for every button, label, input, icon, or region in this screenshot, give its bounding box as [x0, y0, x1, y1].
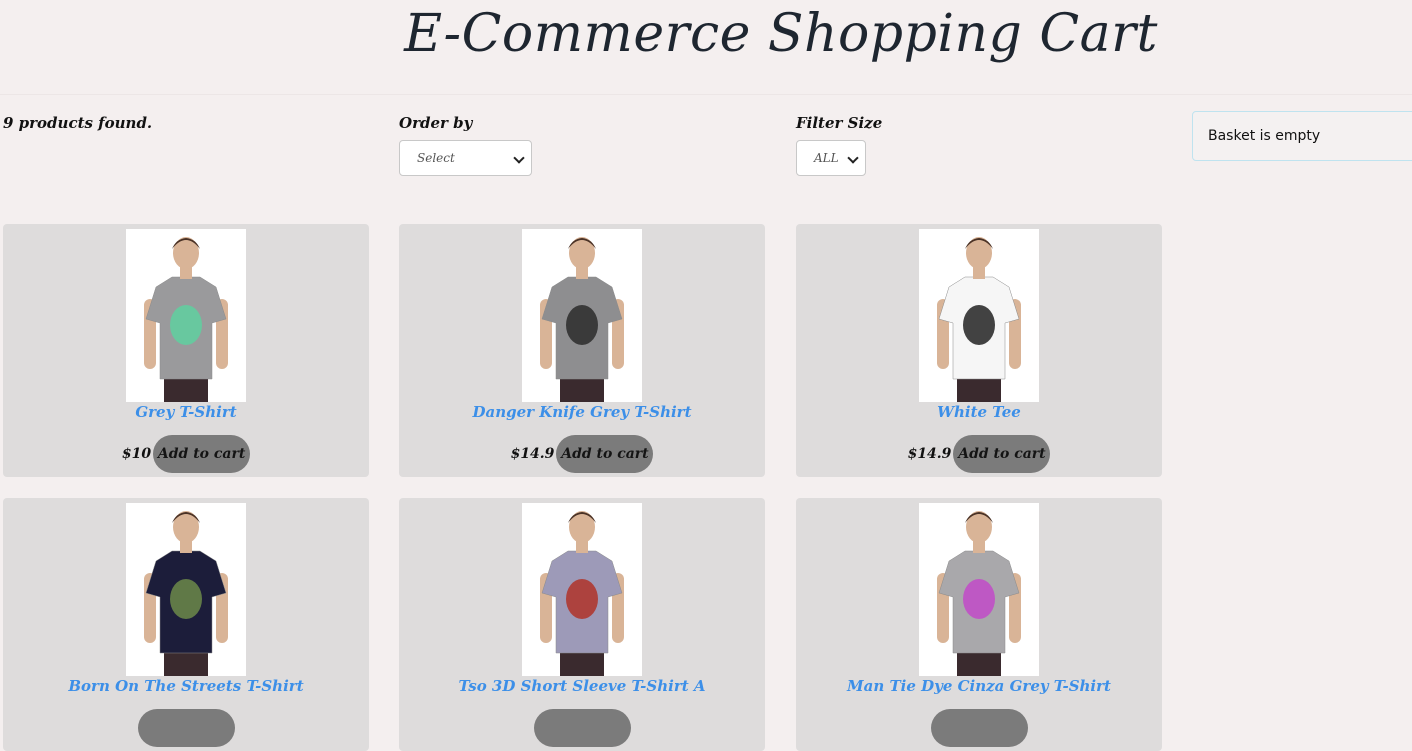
product-name[interactable]: White Tee: [796, 403, 1162, 421]
tshirt-model-illustration: [144, 237, 228, 402]
product-price: $14.9: [907, 446, 952, 462]
product-image[interactable]: [522, 503, 642, 676]
product-image[interactable]: [919, 229, 1039, 402]
add-to-cart-button[interactable]: [533, 709, 631, 747]
chevron-down-icon: [513, 152, 525, 164]
header-divider: [0, 94, 1412, 95]
illustration-shape: [963, 579, 995, 619]
product-name[interactable]: Grey T-Shirt: [3, 403, 369, 421]
order-by-value: Select: [417, 151, 455, 165]
illustration-shape: [170, 305, 202, 345]
add-to-cart-button[interactable]: Add to cart: [953, 435, 1051, 473]
product-name[interactable]: Tso 3D Short Sleeve T-Shirt A: [399, 677, 765, 695]
product-image[interactable]: [126, 503, 246, 676]
basket-panel: Basket is empty: [1192, 111, 1412, 161]
product-card: Man Tie Dye Cinza Grey T-Shirt: [796, 498, 1162, 751]
product-card: White Tee $14.9 Add to cart: [796, 224, 1162, 477]
illustration-shape: [963, 305, 995, 345]
order-by-label: Order by: [399, 114, 473, 132]
product-card: Tso 3D Short Sleeve T-Shirt A: [399, 498, 765, 751]
page-title: E-Commerce Shopping Cart: [404, 4, 1158, 64]
product-card: Born On The Streets T-Shirt: [3, 498, 369, 751]
add-to-cart-button[interactable]: [137, 709, 235, 747]
filter-size-select[interactable]: ALL: [796, 140, 866, 176]
tshirt-model-illustration: [937, 237, 1021, 402]
tshirt-model-illustration: [540, 511, 624, 676]
filter-size-label: Filter Size: [796, 114, 883, 132]
product-price: $10: [121, 446, 152, 462]
product-price: $14.9: [510, 446, 555, 462]
product-image[interactable]: [522, 229, 642, 402]
product-card: Danger Knife Grey T-Shirt $14.9 Add to c…: [399, 224, 765, 477]
product-name[interactable]: Man Tie Dye Cinza Grey T-Shirt: [796, 677, 1162, 695]
basket-status: Basket is empty: [1208, 128, 1321, 144]
illustration-shape: [170, 579, 202, 619]
product-image[interactable]: [919, 503, 1039, 676]
illustration-shape: [566, 579, 598, 619]
product-name[interactable]: Born On The Streets T-Shirt: [3, 677, 369, 695]
add-to-cart-button[interactable]: Add to cart: [556, 435, 654, 473]
tshirt-model-illustration: [937, 511, 1021, 676]
chevron-down-icon: [847, 152, 859, 164]
tshirt-model-illustration: [540, 237, 624, 402]
add-to-cart-button[interactable]: Add to cart: [153, 435, 251, 473]
filter-size-value: ALL: [814, 151, 839, 165]
tshirt-model-illustration: [144, 511, 228, 676]
illustration-shape: [566, 305, 598, 345]
add-to-cart-button[interactable]: [930, 709, 1028, 747]
product-image[interactable]: [126, 229, 246, 402]
product-card: Grey T-Shirt $10 Add to cart: [3, 224, 369, 477]
order-by-select[interactable]: Select: [399, 140, 532, 176]
products-found-count: 9 products found.: [3, 114, 153, 132]
product-name[interactable]: Danger Knife Grey T-Shirt: [399, 403, 765, 421]
